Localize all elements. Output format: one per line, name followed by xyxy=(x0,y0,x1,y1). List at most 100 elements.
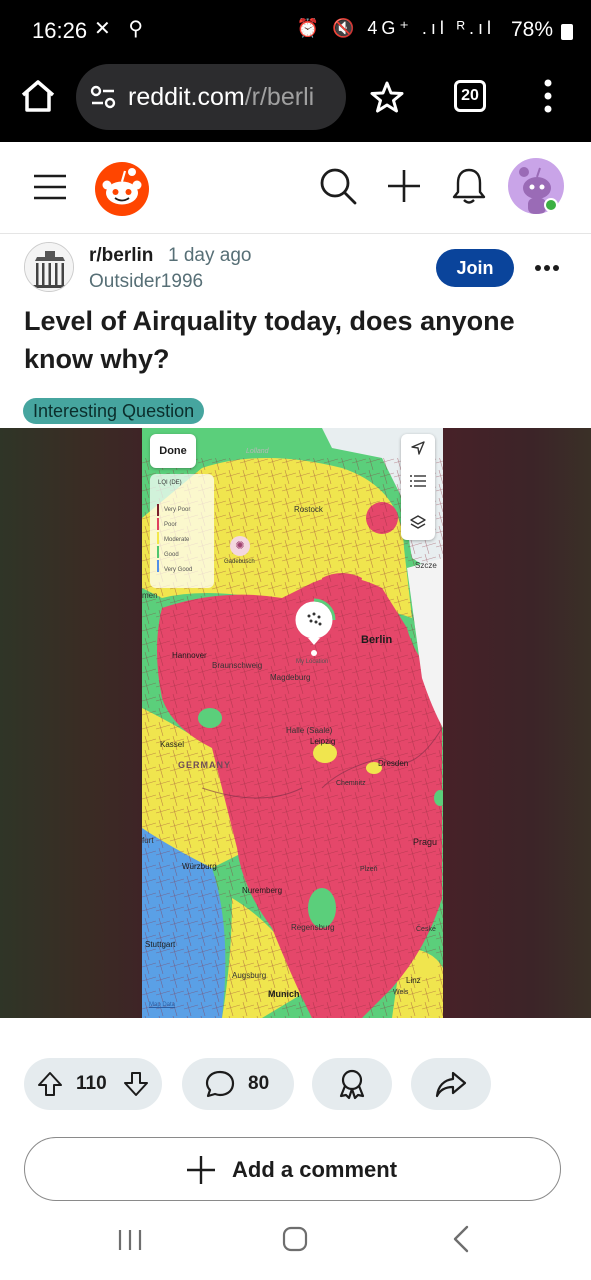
post-title[interactable]: Level of Airquality today, does anyone k… xyxy=(24,302,569,378)
browser-toolbar: reddit.com/r/berli 20 xyxy=(0,60,591,142)
status-signal-icons: ⏰ 🔇 4G⁺ .ıl ᴿ.ıl xyxy=(296,18,495,38)
city-label: Kassel xyxy=(160,740,185,749)
downvote-icon[interactable] xyxy=(122,1070,150,1098)
more-vertical-icon[interactable] xyxy=(536,78,560,114)
city-label: Wels xyxy=(393,989,409,996)
city-label: Rostock xyxy=(294,505,323,514)
status-bar: 16:26 ✕ ⚲ ⏰ 🔇 4G⁺ .ıl ᴿ.ıl 78% xyxy=(0,0,591,60)
location-marker-icon[interactable] xyxy=(291,598,337,656)
city-label: Würzburg xyxy=(182,862,217,871)
search-icon[interactable] xyxy=(318,166,358,206)
city-label: men xyxy=(142,591,158,600)
address-bar[interactable]: reddit.com/r/berli xyxy=(76,64,346,130)
legend-label: Poor xyxy=(164,522,177,528)
subreddit-name[interactable]: r/berlin xyxy=(89,245,153,267)
vote-count: 110 xyxy=(76,1073,107,1094)
city-label: Chemnitz xyxy=(336,780,366,787)
award-button[interactable] xyxy=(312,1058,392,1110)
city-label: Dresden xyxy=(378,759,409,768)
legend-label: Very Good xyxy=(164,567,193,573)
award-icon xyxy=(339,1069,365,1100)
system-navigation-bar xyxy=(0,1206,591,1280)
legend-title: LQI (DE) xyxy=(158,480,182,486)
battery-level: 78% xyxy=(510,18,553,41)
locate-arrow-icon[interactable] xyxy=(410,440,426,456)
post-author[interactable]: Outsider1996 xyxy=(89,271,203,293)
image-blur-right xyxy=(443,428,591,1018)
create-post-icon[interactable] xyxy=(386,166,422,206)
menu-icon[interactable] xyxy=(34,172,66,202)
city-label: Augsburg xyxy=(232,971,267,980)
url-domain: reddit.com xyxy=(128,83,245,111)
share-button[interactable] xyxy=(411,1058,491,1110)
home-nav-icon[interactable] xyxy=(281,1224,309,1254)
legend-item xyxy=(157,518,159,530)
city-label: Linz xyxy=(406,976,421,985)
city-label: Stuttgart xyxy=(145,940,176,949)
url-text: reddit.com/r/berli xyxy=(128,83,314,112)
battery-icon xyxy=(561,24,573,40)
url-path: /r/berli xyxy=(244,83,315,111)
city-label: Nuremberg xyxy=(242,886,283,895)
add-comment-label: Add a comment xyxy=(232,1157,398,1182)
add-comment-button[interactable]: Add a comment xyxy=(24,1137,561,1201)
city-label: Gadebusch xyxy=(224,559,255,565)
country-label: GERMANY xyxy=(178,760,232,770)
comment-count: 80 xyxy=(248,1073,270,1094)
recent-apps-icon[interactable] xyxy=(116,1226,144,1254)
legend-item xyxy=(157,504,159,516)
status-notification-icons: ✕ ⚲ xyxy=(94,18,149,40)
map-done-button[interactable]: Done xyxy=(150,434,196,468)
status-time: 16:26 xyxy=(32,18,88,43)
reddit-logo-icon[interactable] xyxy=(95,162,149,216)
city-label: Munich xyxy=(268,989,300,999)
legend-item xyxy=(157,546,159,558)
city-label: Szcze xyxy=(415,561,437,570)
pollen-marker-icon[interactable]: ✺ xyxy=(230,536,250,556)
legend-label: Very Poor xyxy=(164,507,191,513)
city-label: Braunschweig xyxy=(212,661,263,670)
legend-item xyxy=(157,560,159,572)
layers-icon[interactable] xyxy=(409,514,427,532)
brandenburg-gate-icon xyxy=(25,243,73,291)
city-label: Plzeň xyxy=(360,866,378,873)
legend-item xyxy=(157,532,159,544)
plus-icon xyxy=(187,1156,215,1184)
upvote-icon[interactable] xyxy=(36,1070,64,1098)
image-blur-left xyxy=(0,428,142,1018)
city-label: My Location xyxy=(296,659,329,665)
bookmark-star-icon[interactable] xyxy=(370,80,404,114)
bell-icon[interactable] xyxy=(450,166,488,206)
city-label: Berlin xyxy=(361,634,393,646)
map-legend: LQI (DE) Very Poor Poor Moderate Good Ve… xyxy=(150,474,214,588)
city-label: Halle (Saale) xyxy=(286,726,333,735)
comments-button[interactable]: 80 xyxy=(182,1058,294,1110)
vote-control: 110 xyxy=(24,1058,162,1110)
subreddit-avatar[interactable] xyxy=(24,242,74,292)
city-label: Leipzig xyxy=(310,737,336,746)
map-attribution[interactable]: Map Data xyxy=(149,1002,175,1008)
city-label: Lolland xyxy=(246,448,269,455)
post-timestamp: 1 day ago xyxy=(168,245,252,266)
share-arrow-icon xyxy=(435,1071,467,1098)
more-horizontal-icon[interactable] xyxy=(534,258,560,278)
join-button[interactable]: Join xyxy=(436,249,514,287)
tab-switcher-button[interactable]: 20 xyxy=(454,80,486,112)
back-icon[interactable] xyxy=(450,1224,472,1254)
city-label: Hannover xyxy=(172,651,207,660)
post-image[interactable]: Done LQI (DE) Very Poor Poor Moderate Go… xyxy=(0,428,591,1018)
home-icon[interactable] xyxy=(18,76,58,116)
legend-label: Good xyxy=(164,552,179,558)
site-settings-icon[interactable] xyxy=(90,84,116,110)
city-label: Regensburg xyxy=(291,923,335,932)
city-label: furt xyxy=(142,836,154,845)
city-label: Magdeburg xyxy=(270,673,311,682)
city-label: České xyxy=(416,926,436,933)
city-label: Pragu xyxy=(413,837,438,847)
comment-bubble-icon xyxy=(205,1070,235,1098)
legend-label: Moderate xyxy=(164,537,190,543)
online-status-indicator xyxy=(544,198,558,212)
reddit-header xyxy=(0,142,591,234)
post-flair[interactable]: Interesting Question xyxy=(23,398,205,424)
list-icon[interactable] xyxy=(410,474,426,488)
